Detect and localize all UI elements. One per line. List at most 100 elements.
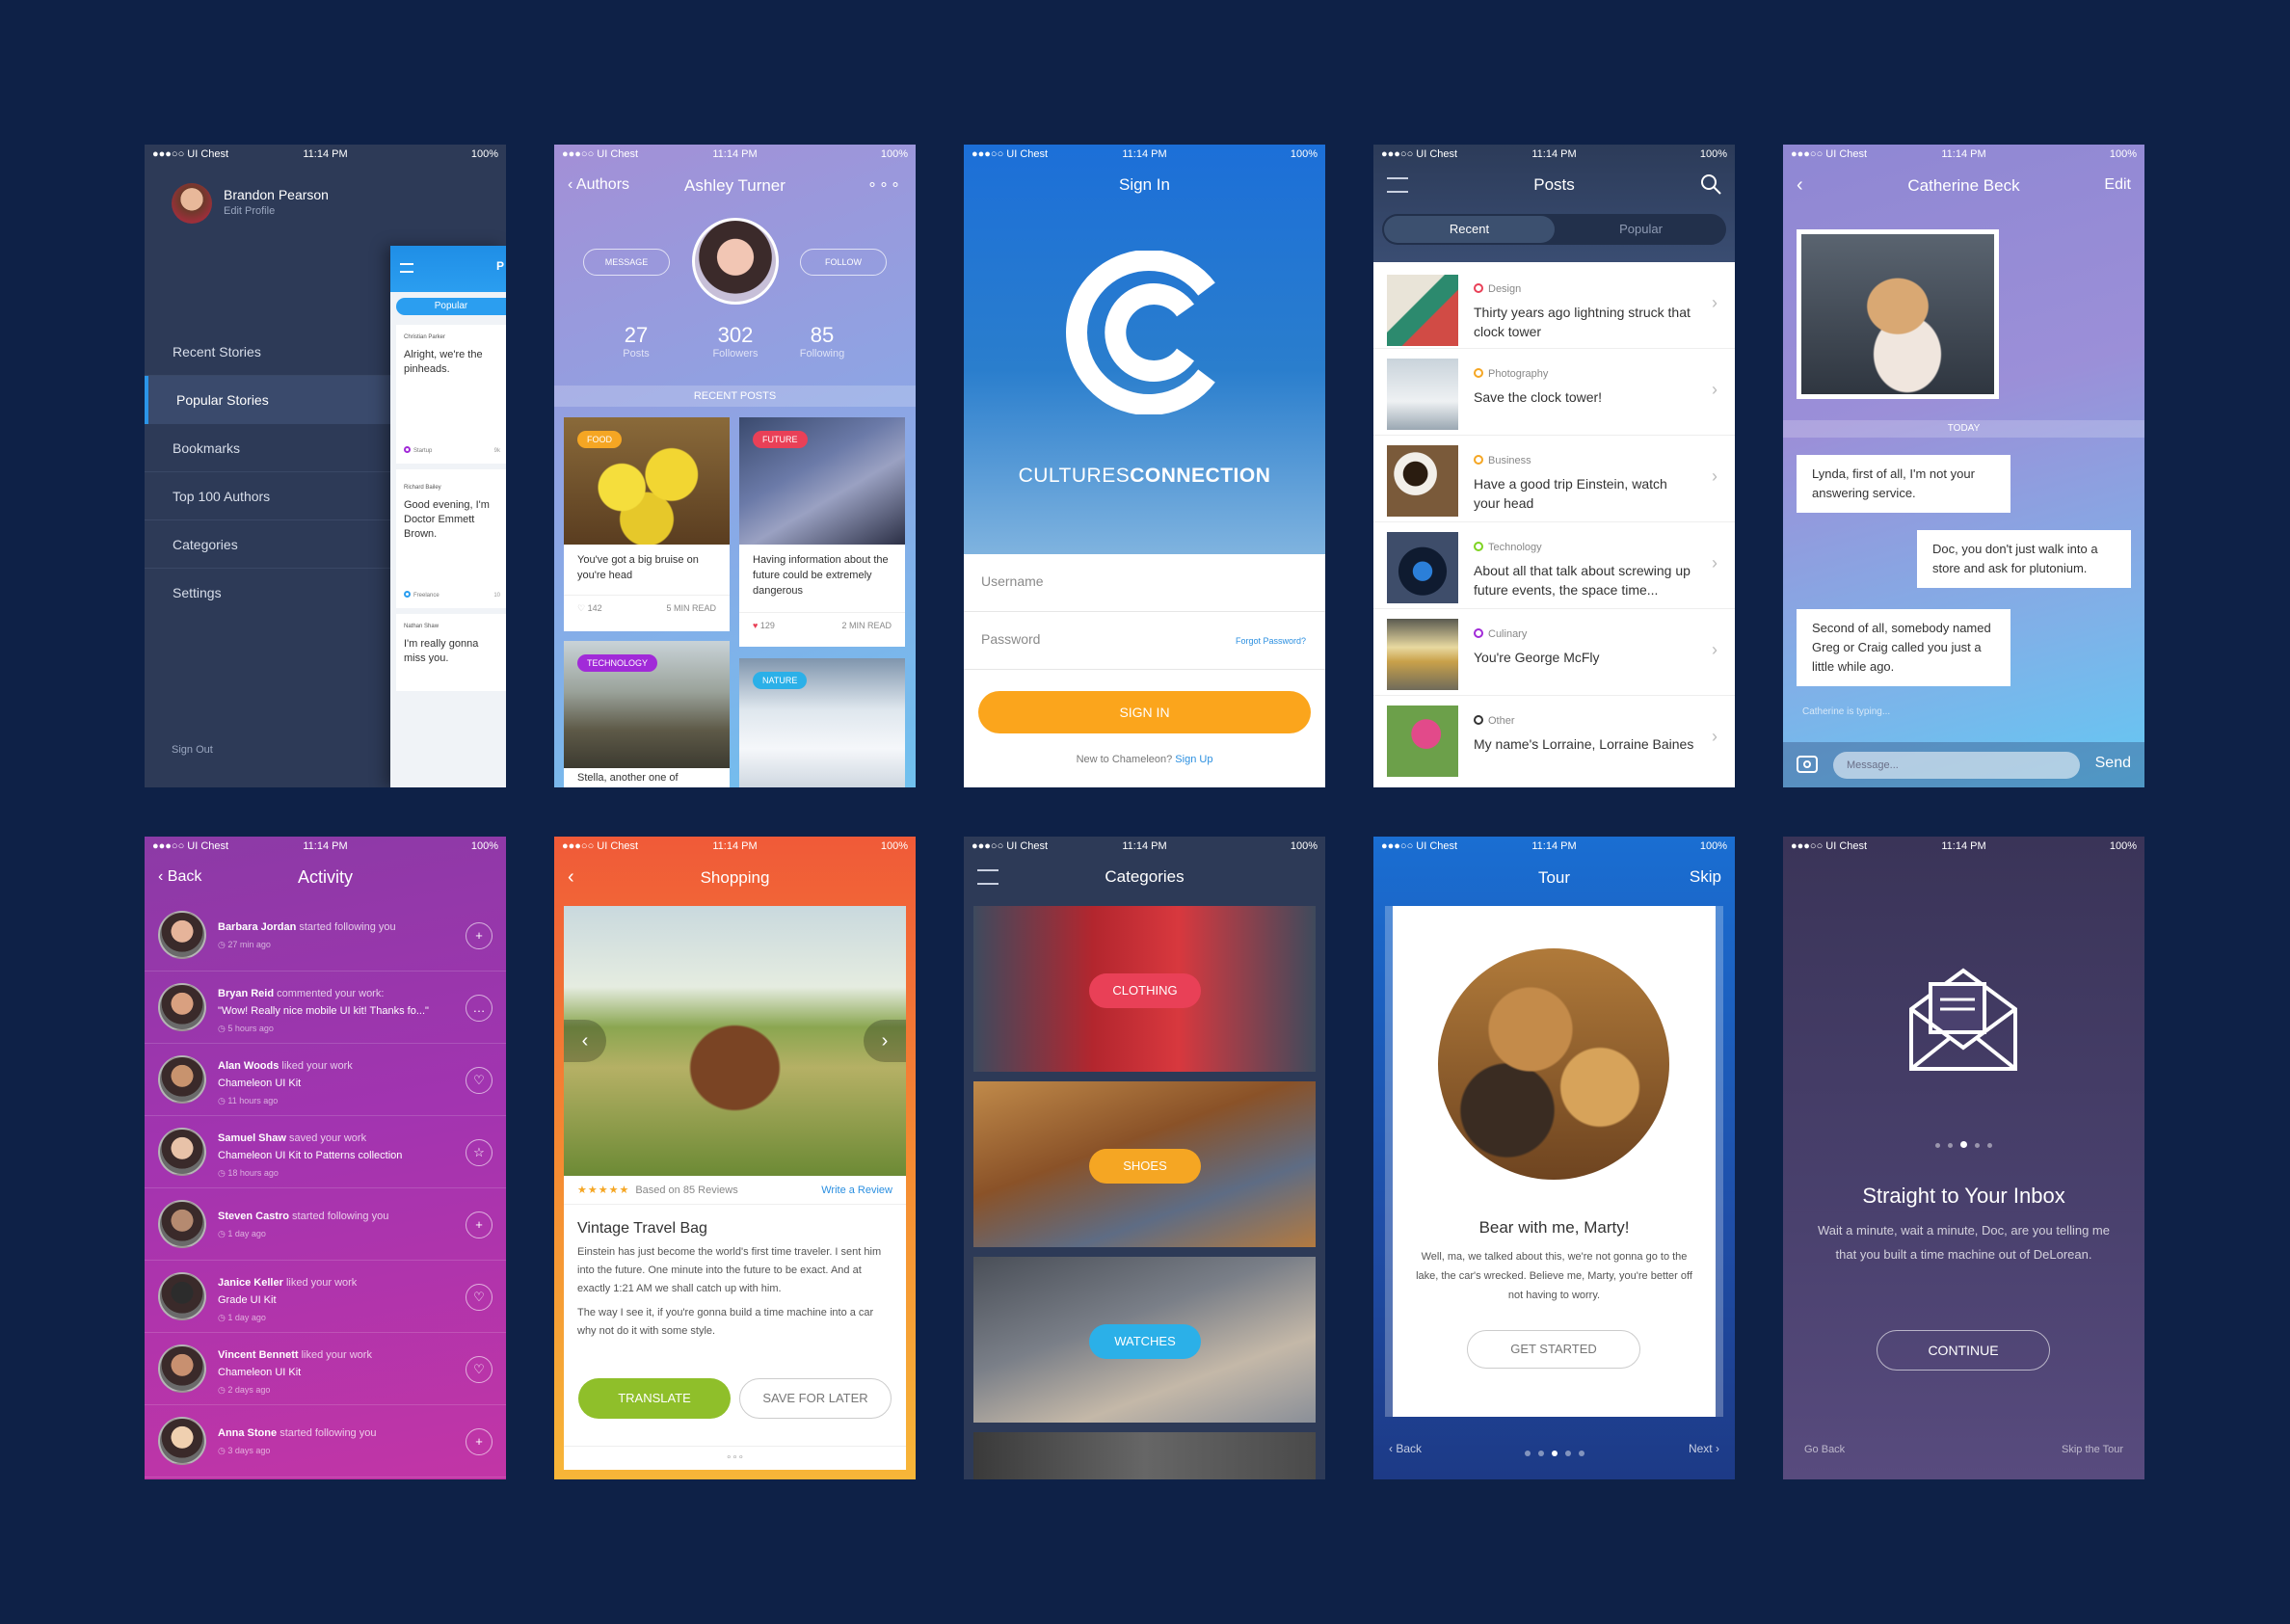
overlay-card[interactable]: Christian Parker Alright, we're the pinh… bbox=[396, 325, 506, 464]
overlay-card[interactable]: Richard Bailey Good evening, I'm Doctor … bbox=[396, 469, 506, 608]
tab-recent[interactable]: Recent bbox=[1384, 216, 1555, 243]
post-card[interactable]: FOOD You've got a big bruise on you're h… bbox=[564, 417, 730, 631]
next-button[interactable]: Next › bbox=[1689, 1442, 1719, 1455]
more-icon[interactable]: ∘∘∘ bbox=[867, 170, 902, 200]
list-item[interactable]: Culinary You're George McFly › bbox=[1373, 609, 1735, 696]
overlay-tab-popular[interactable]: Popular bbox=[396, 298, 506, 315]
user-name[interactable]: Vincent Bennett bbox=[218, 1349, 299, 1361]
stat-following[interactable]: 85 Following bbox=[790, 323, 854, 359]
activity-item[interactable]: Vincent Bennett liked your work Chameleon… bbox=[145, 1333, 506, 1405]
hamburger-icon[interactable] bbox=[400, 263, 413, 273]
activity-item[interactable]: Bryan Reid commented your work: "Wow! Rea… bbox=[145, 972, 506, 1044]
list-item[interactable]: Design Thirty years ago lightning struck… bbox=[1373, 262, 1735, 349]
user-name[interactable]: Bryan Reid bbox=[218, 988, 274, 999]
camera-icon[interactable] bbox=[1797, 756, 1818, 773]
go-back-link[interactable]: Go Back bbox=[1804, 1444, 1845, 1455]
sign-out-link[interactable]: Sign Out bbox=[172, 744, 213, 756]
translate-button[interactable]: TRANSLATE bbox=[578, 1378, 731, 1419]
signup-link[interactable]: Sign Up bbox=[1175, 754, 1212, 765]
tab-popular[interactable]: Popular bbox=[1556, 216, 1726, 243]
clock-icon: ◷ bbox=[218, 1313, 228, 1322]
category-tile-clothing[interactable]: CLOTHING bbox=[973, 906, 1316, 1072]
skip-button[interactable]: Skip bbox=[1690, 862, 1721, 892]
more-icon[interactable]: ∘∘∘ bbox=[564, 1446, 906, 1463]
skip-tour-link[interactable]: Skip the Tour bbox=[2062, 1444, 2123, 1455]
activity-action-button[interactable]: + bbox=[466, 922, 493, 949]
user-name[interactable]: Janice Keller bbox=[218, 1277, 283, 1289]
avatar[interactable] bbox=[158, 911, 206, 959]
message-input[interactable]: Message... bbox=[1833, 752, 2080, 779]
category-tile-shoes[interactable]: SHOES bbox=[973, 1081, 1316, 1247]
back-button[interactable]: ‹ Authors bbox=[568, 170, 629, 200]
activity-item[interactable]: Steven Castro started following you ◷ 1 d… bbox=[145, 1188, 506, 1261]
user-name[interactable]: Alan Woods bbox=[218, 1060, 279, 1072]
user-name[interactable]: Anna Stone bbox=[218, 1427, 277, 1439]
category-tile-accessories[interactable] bbox=[973, 1432, 1316, 1479]
menu-item-recent[interactable]: Recent Stories bbox=[145, 328, 390, 376]
avatar[interactable] bbox=[158, 1055, 206, 1104]
avatar[interactable] bbox=[158, 1272, 206, 1320]
username-field[interactable]: Username bbox=[964, 554, 1325, 612]
signin-button[interactable]: SIGN IN bbox=[978, 691, 1311, 733]
get-started-button[interactable]: GET STARTED bbox=[1467, 1330, 1640, 1369]
activity-item[interactable]: Anna Stone started following you ◷ 3 days… bbox=[145, 1405, 506, 1478]
save-for-later-button[interactable]: SAVE FOR LATER bbox=[739, 1378, 892, 1419]
user-name[interactable]: Steven Castro bbox=[218, 1211, 289, 1222]
content-overlay[interactable]: P Popular Christian Parker Alright, we'r… bbox=[390, 246, 506, 787]
activity-item[interactable]: Janice Keller liked your work Grade UI Ki… bbox=[145, 1261, 506, 1333]
avatar[interactable] bbox=[158, 983, 206, 1031]
clock-icon: ◷ bbox=[218, 1096, 228, 1105]
stat-posts[interactable]: 27 Posts bbox=[612, 323, 660, 359]
back-button[interactable]: ‹ Back bbox=[158, 862, 201, 892]
heart-icon[interactable]: ♥ bbox=[753, 621, 760, 630]
activity-action-button[interactable]: ♡ bbox=[466, 1284, 493, 1311]
activity-item[interactable]: Alan Woods liked your work Chameleon UI K… bbox=[145, 1044, 506, 1116]
post-card[interactable]: TECHNOLOGY Stella, another one of bbox=[564, 641, 730, 787]
activity-text: Bryan Reid commented your work: "Wow! Rea… bbox=[218, 985, 449, 1037]
chevron-right-icon[interactable]: › bbox=[864, 1020, 906, 1062]
edit-profile-link[interactable]: Edit Profile bbox=[224, 205, 275, 217]
avatar[interactable] bbox=[158, 1417, 206, 1465]
forgot-password-link[interactable]: Forgot Password? bbox=[1236, 636, 1306, 646]
search-icon[interactable] bbox=[1700, 173, 1721, 195]
list-item[interactable]: Technology About all that talk about scr… bbox=[1373, 522, 1735, 609]
chevron-left-icon[interactable]: ‹ bbox=[564, 1020, 606, 1062]
activity-action-button[interactable]: + bbox=[466, 1428, 493, 1455]
heart-icon[interactable]: ♡ bbox=[577, 603, 588, 613]
avatar[interactable] bbox=[158, 1128, 206, 1176]
activity-action-button[interactable]: + bbox=[466, 1211, 493, 1238]
user-name[interactable]: Samuel Shaw bbox=[218, 1132, 286, 1144]
chevron-left-icon[interactable]: ‹ bbox=[1797, 170, 1803, 200]
user-name[interactable]: Barbara Jordan bbox=[218, 921, 296, 933]
send-button[interactable]: Send bbox=[2095, 755, 2131, 772]
category-tile-watches[interactable]: WATCHES bbox=[973, 1257, 1316, 1423]
follow-button[interactable]: FOLLOW bbox=[800, 249, 887, 276]
post-card[interactable]: FUTURE Having information about the futu… bbox=[739, 417, 905, 647]
chevron-left-icon[interactable]: ‹ bbox=[568, 862, 574, 892]
menu-item-categories[interactable]: Categories bbox=[145, 520, 390, 569]
avatar[interactable] bbox=[158, 1344, 206, 1393]
list-item[interactable]: Business Have a good trip Einstein, watc… bbox=[1373, 436, 1735, 522]
avatar[interactable] bbox=[158, 1200, 206, 1248]
activity-action-button[interactable]: … bbox=[466, 995, 493, 1022]
activity-action-button[interactable]: ☆ bbox=[466, 1139, 493, 1166]
menu-item-bookmarks[interactable]: Bookmarks bbox=[145, 424, 390, 472]
menu-item-settings[interactable]: Settings bbox=[145, 569, 390, 617]
stat-followers[interactable]: 302 Followers bbox=[704, 323, 767, 359]
photo-message[interactable] bbox=[1797, 229, 1999, 399]
overlay-card[interactable]: Nathan Shaw I'm really gonna miss you. bbox=[396, 614, 506, 691]
write-review-link[interactable]: Write a Review bbox=[821, 1176, 892, 1204]
list-item[interactable]: Photography Save the clock tower! › bbox=[1373, 349, 1735, 436]
post-card[interactable]: NATURE bbox=[739, 658, 905, 787]
activity-action-button[interactable]: ♡ bbox=[466, 1356, 493, 1383]
activity-item[interactable]: Samuel Shaw saved your work Chameleon UI … bbox=[145, 1116, 506, 1188]
menu-item-top-authors[interactable]: Top 100 Authors bbox=[145, 472, 390, 520]
message-button[interactable]: MESSAGE bbox=[583, 249, 670, 276]
avatar[interactable] bbox=[172, 183, 212, 224]
list-item[interactable]: Other My name's Lorraine, Lorraine Baine… bbox=[1373, 696, 1735, 783]
continue-button[interactable]: CONTINUE bbox=[1877, 1330, 2050, 1371]
activity-action-button[interactable]: ♡ bbox=[466, 1067, 493, 1094]
menu-item-popular[interactable]: Popular Stories bbox=[145, 376, 390, 424]
edit-button[interactable]: Edit bbox=[2104, 170, 2131, 200]
activity-item[interactable]: Barbara Jordan started following you ◷ 27… bbox=[145, 899, 506, 972]
